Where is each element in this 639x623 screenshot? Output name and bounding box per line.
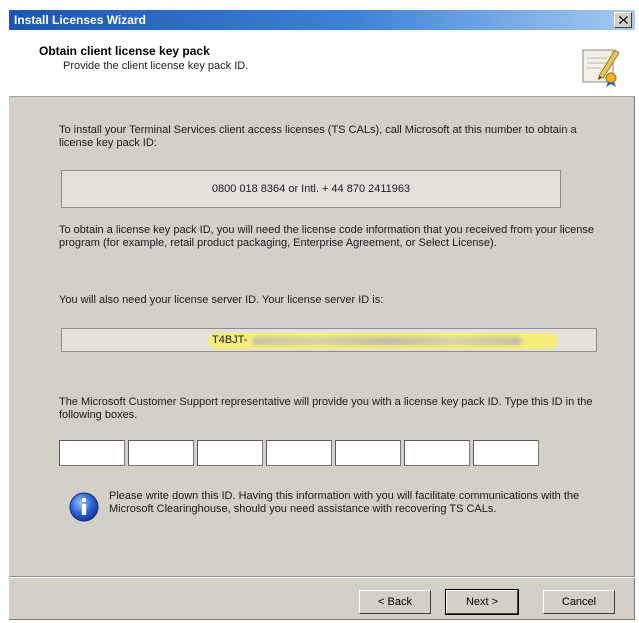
intro-text: To install your Terminal Services client… (59, 124, 577, 149)
back-button[interactable]: < Back (359, 590, 431, 614)
key-pack-id-box-2[interactable] (128, 440, 194, 466)
page-subtitle: Provide the client license key pack ID. (63, 60, 249, 72)
server-id-box: T4BJT- (61, 328, 597, 352)
close-icon (619, 16, 628, 24)
window-title: Install Licenses Wizard (14, 13, 146, 27)
key-pack-id-box-7[interactable] (473, 440, 539, 466)
license-certificate-icon (582, 49, 620, 87)
button-separator (9, 576, 635, 578)
key-pack-id-box-5[interactable] (335, 440, 401, 466)
server-id-label: You will also need your license server I… (59, 294, 384, 306)
next-button[interactable]: Next > (445, 589, 519, 615)
server-id-value: T4BJT- (212, 334, 248, 346)
key-pack-id-box-6[interactable] (404, 440, 470, 466)
page-title: Obtain client license key pack (39, 44, 210, 58)
title-bar: Install Licenses Wizard (9, 10, 635, 30)
key-pack-id-box-1[interactable] (59, 440, 125, 466)
phone-number-box: 0800 018 8364 or Intl. + 44 870 2411963 (61, 170, 561, 208)
key-pack-id-box-3[interactable] (197, 440, 263, 466)
key-pack-id-box-4[interactable] (266, 440, 332, 466)
cancel-button[interactable]: Cancel (543, 590, 615, 614)
close-button[interactable] (614, 12, 632, 28)
wizard-window: Install Licenses Wizard Obtain client li… (9, 10, 635, 620)
support-text: The Microsoft Customer Support represent… (59, 396, 593, 421)
redacted-server-id (252, 337, 522, 345)
info-icon (69, 492, 99, 522)
wizard-header: Obtain client license key pack Provide t… (9, 30, 635, 97)
license-info-text: To obtain a license key pack ID, you wil… (59, 224, 595, 249)
note-text: Please write down this ID. Having this i… (109, 490, 580, 515)
